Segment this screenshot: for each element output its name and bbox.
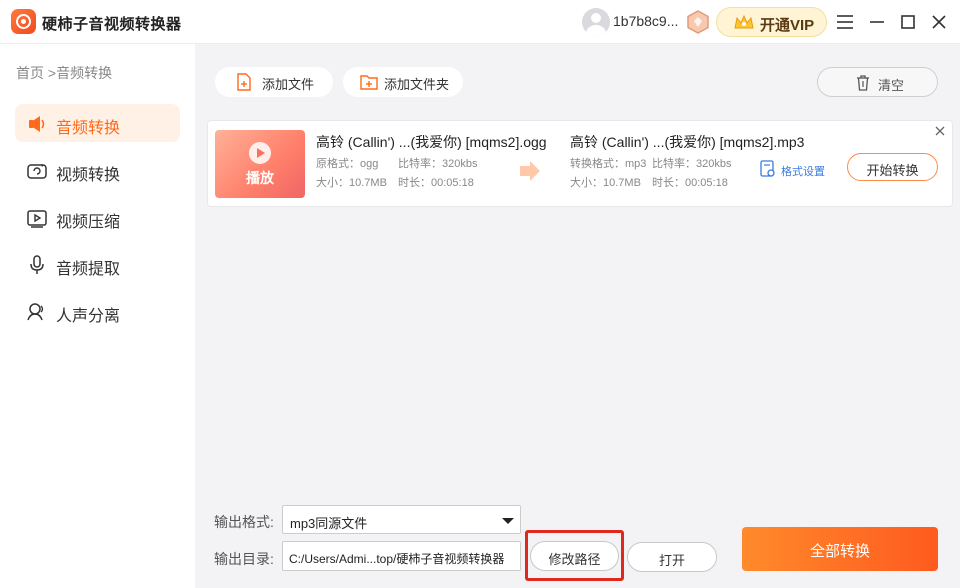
output-dir-field[interactable]: C:/Users/Admi...top/硬柿子音视频转换器 xyxy=(282,541,521,571)
add-folder-icon xyxy=(360,75,378,90)
sidebar-item-label: 音频提取 xyxy=(56,261,121,278)
output-format-label: 输出格式: xyxy=(214,514,274,530)
target-bitrate: 比特率：320kbs xyxy=(652,158,732,170)
video-compress-icon xyxy=(27,210,47,228)
highlight-box xyxy=(525,530,624,581)
format-settings-label: 格式设置 xyxy=(781,166,825,178)
arrow-right-icon xyxy=(520,161,540,181)
target-file-name: 高铃 (Callin') ...(我爱你) [mqms2].mp3 xyxy=(570,134,805,150)
target-format: 转换格式：mp3 xyxy=(570,158,647,170)
source-file-name: 高铃 (Callin') ...(我爱你) [mqms2].ogg xyxy=(316,134,547,150)
start-convert-label: 开始转换 xyxy=(866,163,919,178)
user-avatar[interactable] xyxy=(582,8,610,36)
sidebar-item-video-compress[interactable]: 视频压缩 xyxy=(15,198,180,236)
sidebar-item-vocal-separate[interactable]: 人声分离 xyxy=(15,292,180,330)
source-size: 大小：10.7MB xyxy=(316,177,387,189)
convert-all-label: 全部转换 xyxy=(809,543,870,560)
crown-icon xyxy=(734,14,754,29)
source-format: 原格式：ogg xyxy=(316,158,379,170)
open-vip-button[interactable]: 开通VIP xyxy=(716,7,827,37)
convert-all-button[interactable]: 全部转换 xyxy=(742,527,938,571)
sidebar-item-audio-convert[interactable]: 音频转换 xyxy=(15,104,180,142)
vocal-separate-icon xyxy=(27,303,44,321)
vip-label: 开通VIP xyxy=(760,17,815,34)
play-thumbnail[interactable]: 播放 xyxy=(215,130,305,198)
start-convert-button[interactable]: 开始转换 xyxy=(847,153,938,181)
open-folder-button[interactable]: 打开 xyxy=(627,542,717,572)
output-dir-value: C:/Users/Admi...top/硬柿子音视频转换器 xyxy=(289,552,505,566)
clear-label: 清空 xyxy=(878,78,905,93)
add-file-label: 添加文件 xyxy=(262,77,315,92)
sidebar-item-label: 视频转换 xyxy=(56,167,121,184)
sidebar-item-label: 音频转换 xyxy=(56,120,121,137)
output-format-select[interactable]: mp3同源文件 xyxy=(282,505,521,534)
sidebar-item-audio-extract[interactable]: 音频提取 xyxy=(15,245,180,283)
username[interactable]: 1b7b8c9... xyxy=(613,13,678,29)
trash-icon xyxy=(857,75,869,91)
sidebar-item-label: 视频压缩 xyxy=(56,214,121,231)
app-title: 硬柿子音视频转换器 xyxy=(42,16,182,33)
source-duration: 时长：00:05:18 xyxy=(398,177,474,189)
source-bitrate: 比特率：320kbs xyxy=(398,158,478,170)
add-folder-label: 添加文件夹 xyxy=(384,77,450,92)
sidebar-item-video-convert[interactable]: 视频转换 xyxy=(15,151,180,189)
output-dir-label: 输出目录: xyxy=(214,551,274,567)
breadcrumb[interactable]: 首页 >音频转换 xyxy=(16,63,112,83)
clear-button[interactable]: 清空 xyxy=(817,67,938,97)
title-bar: 硬柿子音视频转换器 1b7b8c9... 开通VIP xyxy=(0,0,960,44)
format-settings-button[interactable]: 格式设置 xyxy=(760,160,832,180)
add-file-button[interactable]: 添加文件 xyxy=(215,67,333,97)
sidebar: 首页 >音频转换 音频转换 视频转换 视频压缩 音频提取 人声分离 xyxy=(0,44,195,588)
output-format-value: mp3同源文件 xyxy=(290,516,368,531)
close-icon[interactable] xyxy=(927,10,951,34)
play-label: 播放 xyxy=(246,170,274,186)
add-file-icon xyxy=(237,73,251,91)
app-logo-icon xyxy=(11,9,36,34)
minimize-icon[interactable] xyxy=(865,10,889,34)
chevron-down-icon xyxy=(502,518,514,524)
member-badge-icon[interactable] xyxy=(685,9,711,35)
target-size: 大小：10.7MB xyxy=(570,177,641,189)
play-icon xyxy=(249,142,271,164)
target-duration: 时长：00:05:18 xyxy=(652,177,728,189)
add-folder-button[interactable]: 添加文件夹 xyxy=(343,67,463,97)
menu-icon[interactable] xyxy=(833,10,857,34)
audio-extract-icon xyxy=(30,255,44,274)
maximize-icon[interactable] xyxy=(896,10,920,34)
file-item-card: 播放 高铃 (Callin') ...(我爱你) [mqms2].ogg 原格式… xyxy=(207,120,953,207)
format-settings-icon xyxy=(760,160,775,177)
sidebar-item-label: 人声分离 xyxy=(56,308,121,325)
open-label: 打开 xyxy=(658,553,685,568)
remove-file-icon[interactable] xyxy=(934,125,946,137)
video-convert-icon xyxy=(27,164,47,179)
audio-convert-icon xyxy=(29,116,45,132)
